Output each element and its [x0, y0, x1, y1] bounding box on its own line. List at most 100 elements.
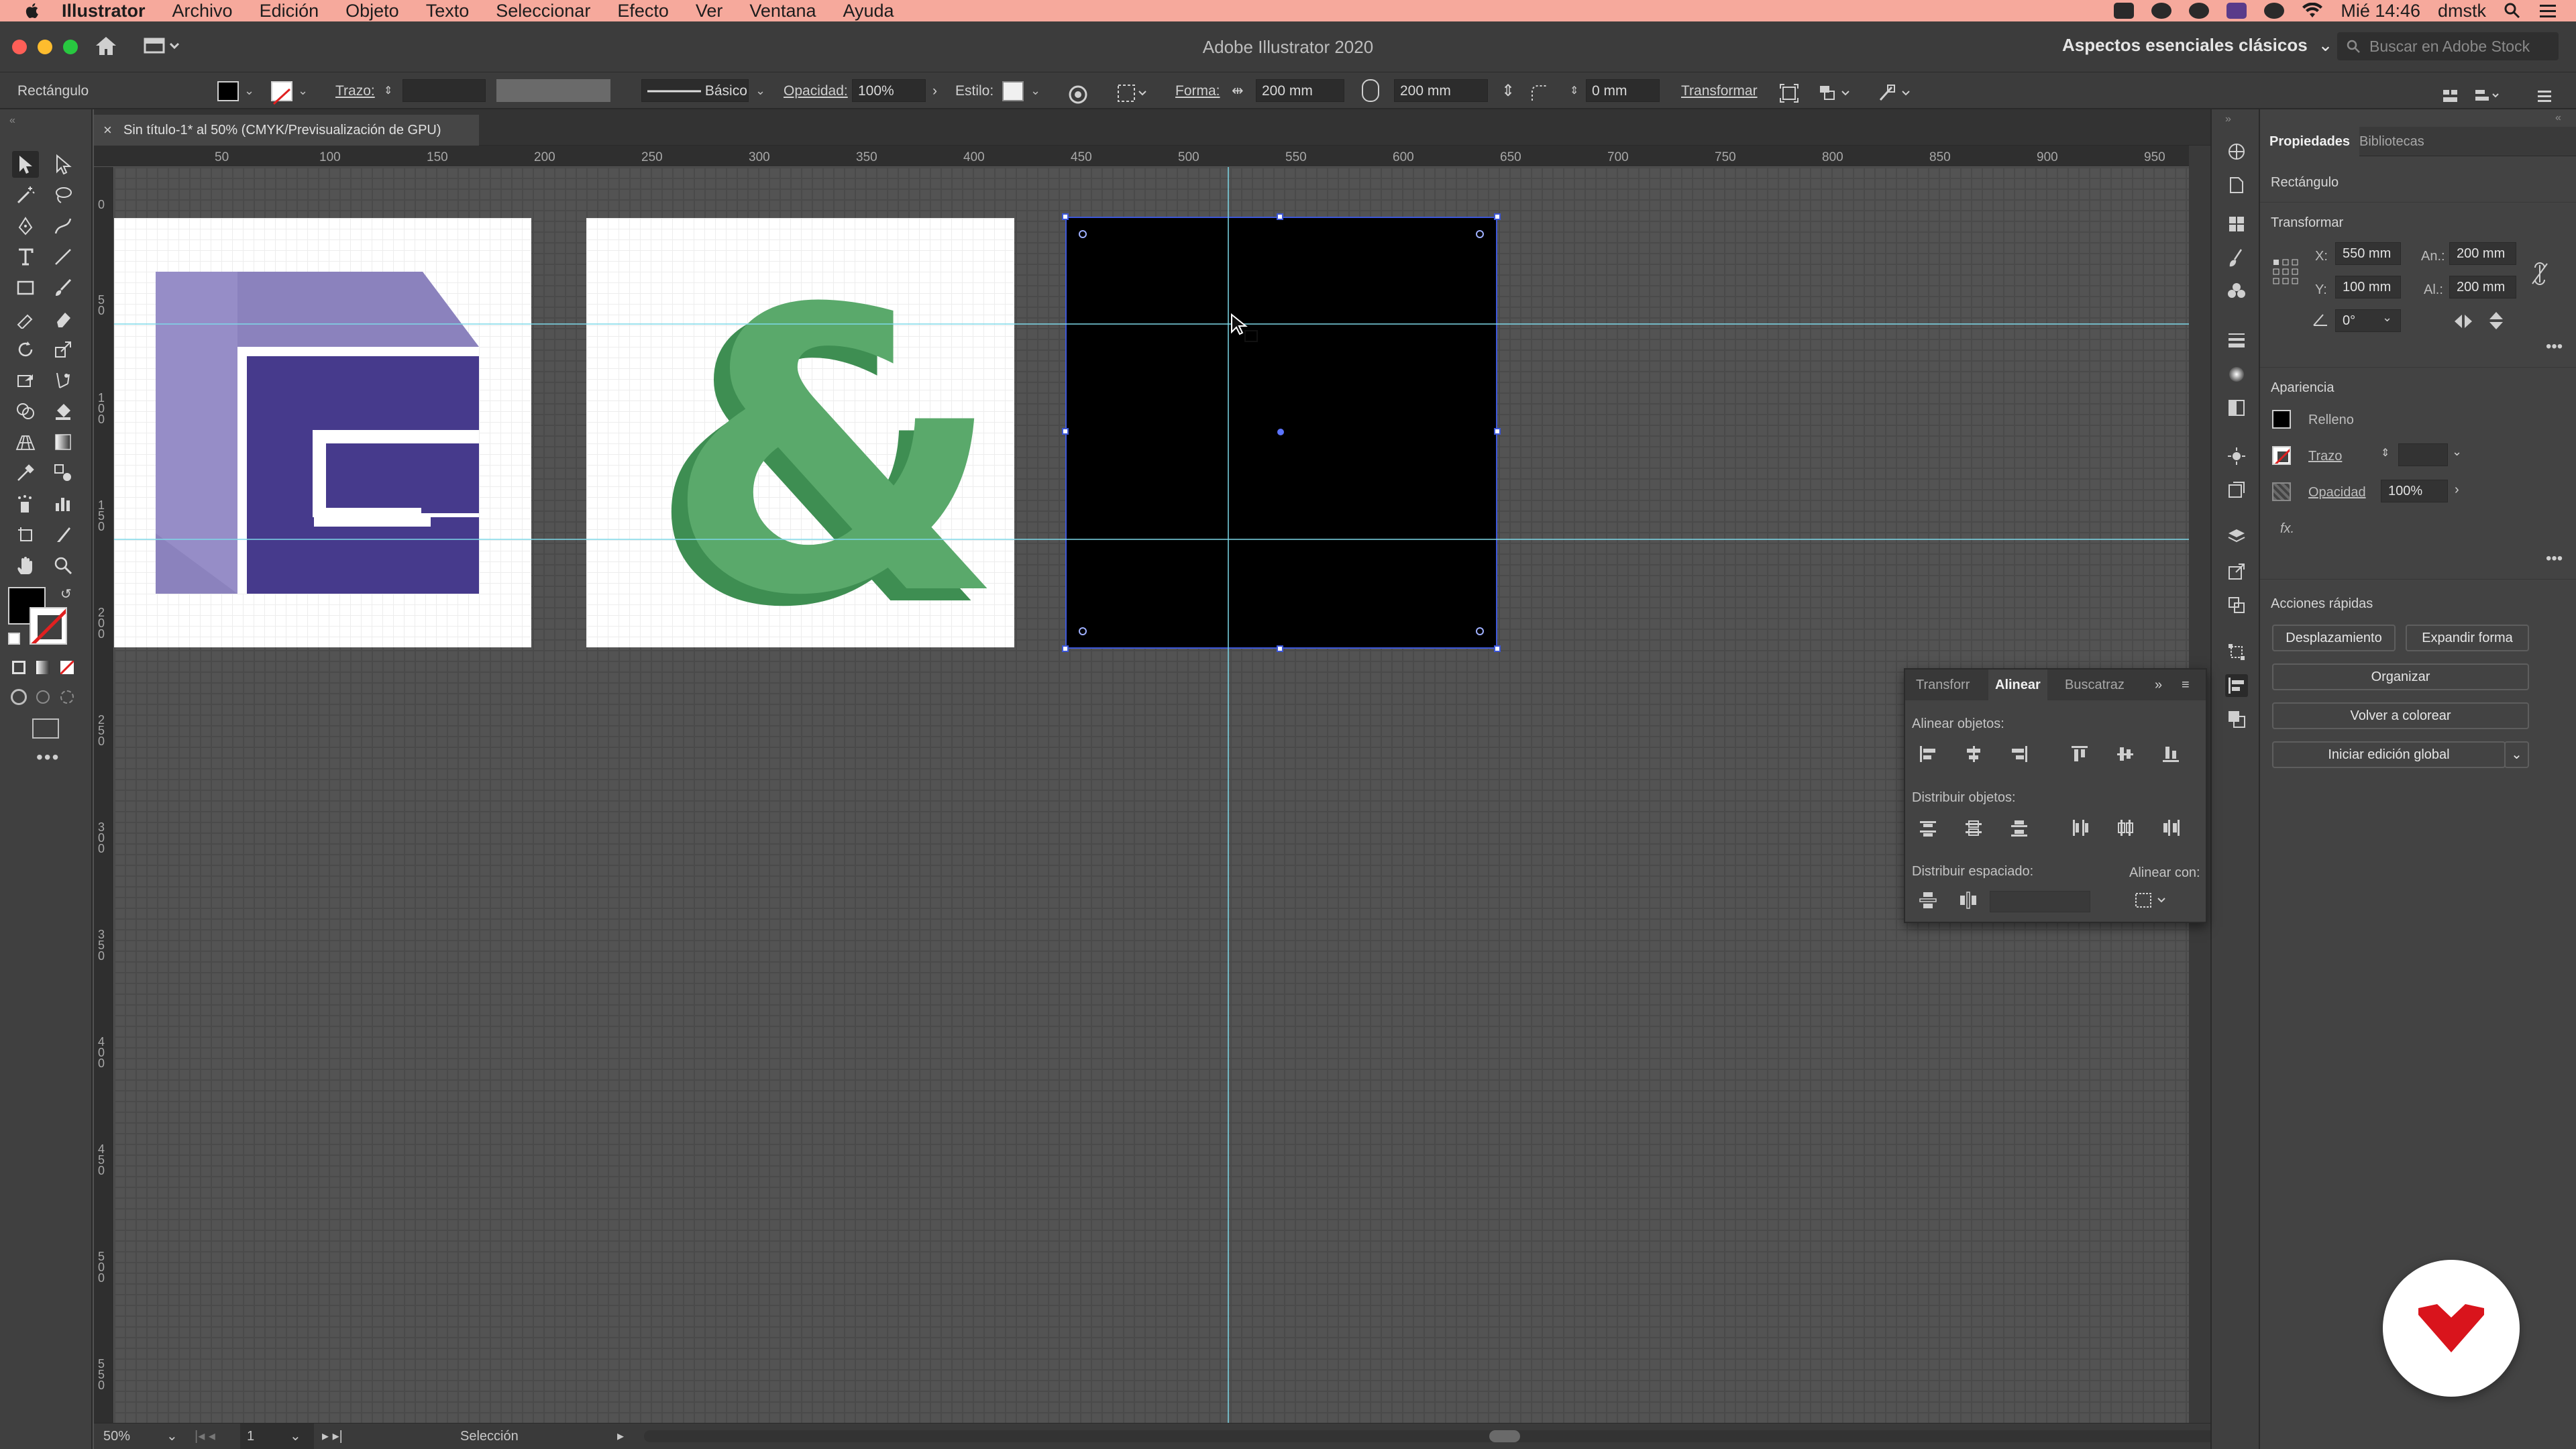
resize-handle[interactable] [1062, 645, 1069, 652]
menu-objeto[interactable]: Objeto [345, 0, 399, 21]
opacity-arrow[interactable]: › [932, 72, 937, 109]
document-info-icon[interactable] [2225, 174, 2248, 197]
spotlight-search-icon[interactable] [2504, 2, 2521, 19]
menu-ventana[interactable]: Ventana [749, 0, 816, 21]
offset-path-button[interactable]: Desplazamiento [2272, 625, 2396, 651]
align-horizontal-center-icon[interactable] [1960, 741, 1987, 767]
horizontal-distribute-space-icon[interactable] [1955, 887, 1982, 914]
width-input[interactable]: 200 mm [2449, 242, 2516, 265]
selection-tool-icon[interactable] [12, 151, 39, 178]
constrain-width-height-icon[interactable] [2531, 262, 2548, 285]
start-global-edit-button[interactable]: Iniciar edición global [2272, 741, 2506, 768]
zoom-dropdown-caret[interactable]: ⌄ [166, 1424, 178, 1449]
shape-height-input[interactable]: 200 mm [1394, 79, 1488, 102]
appearance-more-options-icon[interactable]: ••• [2546, 549, 2563, 568]
free-transform-tool-icon[interactable] [12, 367, 39, 394]
gradient-tool-icon[interactable] [50, 429, 76, 455]
screen-mode-icon[interactable] [32, 718, 59, 739]
vertical-ruler[interactable]: 0 50 100 150 200 250 300 350 400 450 500… [94, 167, 114, 1423]
vertical-guide[interactable] [1228, 167, 1229, 1423]
arrange-button[interactable]: Organizar [2272, 663, 2529, 690]
constrain-proportions-icon[interactable] [1362, 79, 1379, 102]
align-panel-icon[interactable] [2225, 674, 2248, 697]
fill-dropdown-caret[interactable]: ⌄ [244, 72, 254, 109]
corner-radius-widget[interactable] [1079, 627, 1087, 635]
tab-transform[interactable]: Transforr [1909, 669, 1976, 700]
resize-handle[interactable] [1494, 428, 1501, 435]
wifi-icon[interactable] [2302, 3, 2323, 19]
gradient-panel-icon[interactable] [2225, 363, 2248, 386]
graphic-styles-icon[interactable] [2225, 478, 2248, 501]
menu-ver[interactable]: Ver [696, 0, 723, 21]
horizontal-scroll-thumb[interactable] [1489, 1430, 1520, 1442]
artboard-1[interactable] [114, 218, 531, 647]
brush-definition-select[interactable]: Básico [641, 79, 749, 102]
align-bottom-icon[interactable] [2157, 741, 2184, 767]
horizontal-guide[interactable] [114, 539, 2189, 540]
column-graph-tool-icon[interactable] [50, 490, 76, 517]
symbols-icon[interactable] [2225, 280, 2248, 303]
perspective-grid-tool-icon[interactable] [12, 429, 39, 455]
corner-radius-widget[interactable] [1079, 230, 1087, 238]
distribute-left-icon[interactable] [2066, 814, 2093, 841]
magic-wand-tool-icon[interactable] [12, 182, 39, 209]
rectangle-tool-icon[interactable] [12, 274, 39, 301]
color-guide-icon[interactable] [2225, 140, 2248, 163]
horizontal-scrollbar[interactable] [644, 1430, 2234, 1442]
workspace-switcher[interactable]: Aspectos esenciales clásicos ⌄ [2062, 35, 2332, 56]
first-artboard-icon[interactable]: |◂ ◂ [195, 1424, 215, 1449]
stroke-weight-field[interactable] [2398, 443, 2448, 466]
appearance-icon[interactable] [2225, 445, 2248, 468]
menu-ayuda[interactable]: Ayuda [843, 0, 894, 21]
corner-radius-input[interactable]: 0 mm [1586, 79, 1660, 102]
brush-dropdown-caret[interactable]: ⌄ [755, 72, 765, 109]
panel-menu-icon[interactable]: ≡ [2182, 669, 2190, 700]
distribute-horizontal-center-icon[interactable] [2112, 814, 2139, 841]
tab-align[interactable]: Alinear [1988, 669, 2047, 700]
resize-handle[interactable] [1277, 213, 1283, 220]
brushes-icon[interactable] [2225, 246, 2248, 269]
live-paint-bucket-icon[interactable] [50, 398, 76, 425]
app-status-icon[interactable] [2151, 3, 2172, 19]
recolor-button[interactable]: Volver a colorear [2272, 702, 2529, 729]
color-mode-icon[interactable] [12, 661, 25, 674]
artboard-dropdown-caret[interactable]: ⌄ [290, 1424, 301, 1449]
gradient-mode-icon[interactable] [36, 661, 50, 674]
align-vertical-center-icon[interactable] [2112, 741, 2139, 767]
type-tool-icon[interactable] [12, 244, 39, 270]
stroke-weight-stepper[interactable]: ⇕ [2381, 446, 2390, 460]
lasso-tool-icon[interactable] [50, 182, 76, 209]
tab-properties[interactable]: Propiedades [2260, 127, 2360, 156]
distribute-top-icon[interactable] [1915, 814, 1941, 841]
height-input[interactable]: 200 mm [2449, 276, 2516, 299]
curvature-tool-icon[interactable] [50, 213, 76, 239]
zoom-tool-icon[interactable] [50, 552, 76, 579]
corner-radius-widget[interactable] [1476, 230, 1484, 238]
layers-icon[interactable] [2225, 525, 2248, 548]
puppet-warp-tool-icon[interactable] [50, 367, 76, 394]
menu-efecto[interactable]: Efecto [617, 0, 669, 21]
shaper-tool-icon[interactable] [12, 305, 39, 332]
apple-icon[interactable] [24, 2, 42, 19]
scale-tool-icon[interactable] [50, 336, 76, 363]
menu-texto[interactable]: Texto [426, 0, 470, 21]
graphic-style-swatch[interactable] [1002, 81, 1024, 101]
next-artboard-icon[interactable]: ▸ ▸| [322, 1424, 343, 1449]
none-mode-icon[interactable] [60, 661, 74, 674]
transform-panel-icon[interactable] [2225, 641, 2248, 663]
resize-handle[interactable] [1062, 428, 1069, 435]
adobe-stock-search[interactable]: Buscar en Adobe Stock [2337, 32, 2559, 60]
distribute-right-icon[interactable] [2157, 814, 2184, 841]
clock[interactable]: Mié 14:46 [2341, 1, 2420, 21]
creative-cloud-icon[interactable] [2189, 3, 2210, 19]
sync-icon[interactable] [2264, 3, 2285, 19]
expand-shape-button[interactable]: Expandir forma [2406, 625, 2529, 651]
geometric-g-logo[interactable] [114, 218, 531, 647]
opacity-label[interactable]: Opacidad [2308, 485, 2366, 500]
distribute-bottom-icon[interactable] [2006, 814, 2033, 841]
resize-handle[interactable] [1062, 213, 1069, 220]
stroke-label[interactable]: Trazo [2308, 449, 2342, 464]
flip-vertical-icon[interactable] [2488, 311, 2504, 331]
align-right-icon[interactable] [2006, 741, 2033, 767]
variable-width-profile[interactable] [496, 79, 610, 102]
